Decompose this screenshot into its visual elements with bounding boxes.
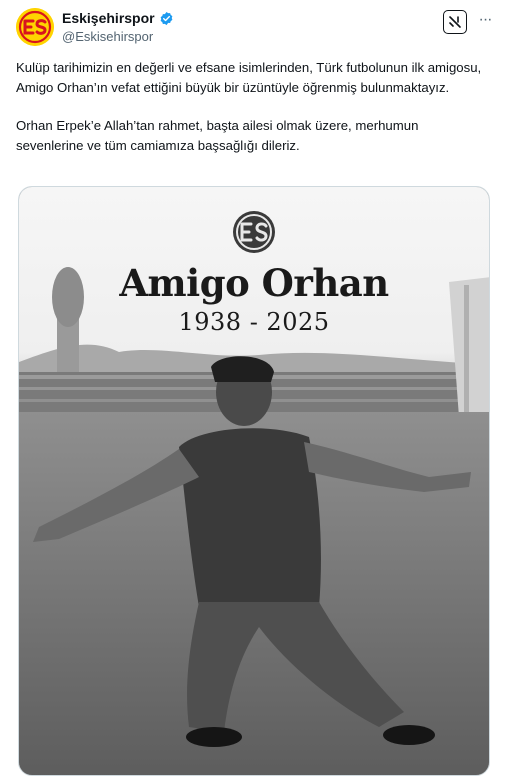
grok-icon [449, 16, 461, 28]
more-options-icon[interactable]: ··· [476, 11, 494, 31]
tweet-text: Kulüp tarihimizin en değerli ve efsane i… [16, 58, 486, 155]
eskisehirspor-logo-icon [16, 8, 54, 46]
verified-badge-icon[interactable] [159, 11, 174, 26]
grok-button[interactable] [443, 10, 467, 34]
memorial-name: Amigo Orhan [119, 261, 389, 305]
memorial-logo [231, 209, 277, 255]
tweet-paragraph: Orhan Erpek’e Allah’tan rahmet, başta ai… [16, 118, 419, 153]
tweet-paragraph: Kulüp tarihimizin en değerli ve efsane i… [16, 60, 482, 95]
avatar[interactable] [16, 8, 54, 46]
memorial-years: 1938 - 2025 [178, 308, 330, 336]
author-handle[interactable]: @Eskisehirspor [62, 29, 153, 44]
eskisehirspor-logo-icon [233, 211, 275, 253]
tweet-media[interactable]: Amigo Orhan 1938 - 2025 [18, 186, 490, 776]
author-display-name[interactable]: Eskişehirspor [62, 10, 155, 26]
tweet-post: Eskişehirspor @Eskisehirspor ··· Kulüp t… [0, 0, 513, 780]
author-name-row: Eskişehirspor [62, 10, 174, 26]
